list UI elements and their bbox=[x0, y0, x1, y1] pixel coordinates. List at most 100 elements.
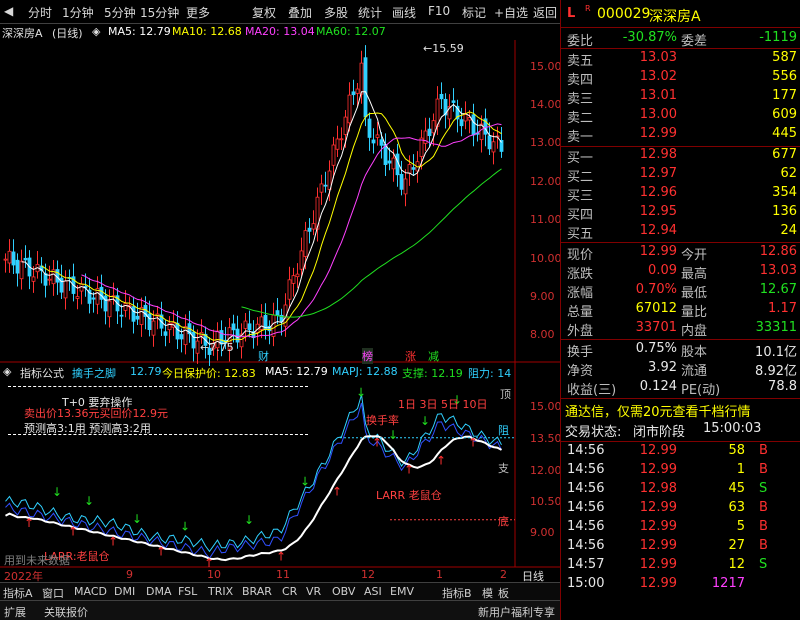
candle bbox=[91, 292, 96, 313]
tick-price: 12.99 bbox=[639, 462, 677, 477]
tick-time: 14:57 bbox=[567, 557, 605, 572]
days-text: 1日 3日 5日 10日 bbox=[398, 398, 488, 411]
new-user-welfare-link[interactable]: 新用户福利专享 bbox=[478, 604, 555, 620]
quote-row: 卖四 13.02 556 bbox=[561, 69, 800, 88]
tick-time: 14:56 bbox=[567, 481, 605, 496]
candle bbox=[399, 160, 404, 196]
tab-indicator-b[interactable]: 指标B bbox=[442, 585, 472, 601]
tab-macd[interactable]: MACD bbox=[74, 585, 107, 598]
tab-trix[interactable]: TRIX bbox=[208, 585, 233, 598]
candle bbox=[11, 239, 16, 274]
tick-side: S bbox=[759, 557, 768, 572]
tab-window[interactable]: 窗口 bbox=[42, 585, 64, 601]
tab-1min[interactable]: 1分钟 bbox=[62, 4, 94, 21]
quote-row: 卖五 13.03 587 bbox=[561, 50, 800, 69]
tick-side: B bbox=[759, 500, 768, 515]
candle bbox=[15, 253, 20, 287]
multi-stock-button[interactable]: 多股 bbox=[324, 4, 348, 21]
bid-price: 12.95 bbox=[639, 204, 677, 219]
event-marker-finance[interactable]: 财 bbox=[258, 348, 269, 364]
xaxis-label: 10 bbox=[207, 568, 221, 581]
tab-ban[interactable]: 板 bbox=[498, 585, 509, 601]
bid-volume: 677 bbox=[772, 147, 797, 162]
tab-emv[interactable]: EMV bbox=[390, 585, 414, 598]
tab-obv[interactable]: OBV bbox=[332, 585, 355, 598]
high-marker: ←15.59 bbox=[423, 42, 464, 55]
quote-row: 外盘 33701 内盘 33311 bbox=[561, 320, 800, 339]
expand-button[interactable]: 扩展 bbox=[4, 604, 26, 620]
stat-label: 今开 bbox=[681, 248, 708, 263]
tab-cr[interactable]: CR bbox=[282, 585, 297, 598]
tick-volume: 45 bbox=[728, 481, 745, 496]
candle bbox=[407, 155, 412, 186]
stat-label: 内盘 bbox=[681, 324, 708, 339]
add-watchlist-button[interactable]: +自选 bbox=[494, 4, 528, 21]
draw-line-button[interactable]: 画线 bbox=[392, 4, 416, 21]
bid-label: 买二 bbox=[567, 170, 594, 185]
turnover-text: 换手率 bbox=[366, 414, 399, 427]
dashed-line bbox=[8, 434, 308, 435]
ad-banner[interactable]: 通达信，仅需20元查看千档行情 bbox=[561, 401, 800, 420]
tick-time: 14:56 bbox=[567, 443, 605, 458]
ask-label: 卖三 bbox=[567, 92, 594, 107]
related-quote-button[interactable]: 关联报价 bbox=[44, 604, 88, 620]
stat-value: 33311 bbox=[755, 320, 797, 335]
candle bbox=[87, 277, 92, 314]
tab-15min[interactable]: 15分钟 bbox=[140, 4, 179, 21]
candle bbox=[183, 314, 188, 355]
price-axis-tick: 15.00 bbox=[530, 60, 562, 73]
event-marker-list[interactable]: 榜 bbox=[362, 348, 373, 364]
back-button[interactable]: 返回 bbox=[533, 4, 557, 21]
event-marker-reduce[interactable]: 减 bbox=[428, 348, 439, 364]
quote-row: 买三 12.96 354 bbox=[561, 185, 800, 204]
ad-text[interactable]: 通达信，仅需20元查看千档行情 bbox=[565, 401, 751, 420]
tab-more[interactable]: 更多 bbox=[186, 4, 210, 21]
stat-label: 最低 bbox=[681, 286, 708, 301]
status-value: 闭市阶段 bbox=[633, 425, 686, 440]
tick-side: B bbox=[759, 519, 768, 534]
candle bbox=[23, 245, 28, 268]
buy-arrow-icon: ↑ bbox=[68, 525, 78, 539]
quote-row: 买四 12.95 136 bbox=[561, 204, 800, 223]
stats-button[interactable]: 统计 bbox=[358, 4, 382, 21]
indicator-settings-icon[interactable]: ◈ bbox=[3, 365, 11, 378]
tab-fsl[interactable]: FSL bbox=[178, 585, 197, 598]
mark-button[interactable]: 标记 bbox=[462, 4, 486, 21]
fuquan-button[interactable]: 复权 bbox=[252, 4, 276, 21]
tab-dma[interactable]: DMA bbox=[146, 585, 172, 598]
tab-asi[interactable]: ASI bbox=[364, 585, 382, 598]
tab-vr[interactable]: VR bbox=[306, 585, 321, 598]
f10-button[interactable]: F10 bbox=[428, 4, 450, 18]
tab-mo[interactable]: 模 bbox=[482, 585, 493, 601]
quote-row: 14:56 12.99 58 B bbox=[561, 443, 800, 462]
sell-arrow-icon: ↓ bbox=[356, 386, 366, 400]
tab-indicator-a[interactable]: 指标A bbox=[3, 585, 33, 601]
tab-brar[interactable]: BRAR bbox=[242, 585, 272, 598]
tab-fenshi[interactable]: 分时 bbox=[28, 4, 52, 21]
chevron-left-icon[interactable]: ◀ bbox=[4, 4, 13, 18]
candle bbox=[239, 323, 244, 359]
stat-label: 现价 bbox=[567, 248, 594, 263]
quote-title: L R 000029 深深房A bbox=[561, 4, 800, 26]
candle bbox=[263, 303, 268, 340]
candle bbox=[231, 314, 236, 343]
buy-arrow-icon: ↑ bbox=[332, 484, 342, 498]
overlay-button[interactable]: 叠加 bbox=[288, 4, 312, 21]
event-marker-rise[interactable]: 涨 bbox=[405, 348, 416, 364]
price-chart[interactable]: ↑↓↑↓↑↓↑↓↑↓↑↓↑↓↑↓↑↓↑↓↑ bbox=[0, 40, 560, 582]
dashed-line bbox=[8, 386, 308, 387]
weibi-label: 委比 bbox=[567, 34, 594, 49]
candle bbox=[471, 103, 476, 147]
tab-5min[interactable]: 5分钟 bbox=[104, 4, 136, 21]
sell-arrow-icon: ↓ bbox=[244, 513, 254, 527]
stock-title: 深深房A bbox=[2, 27, 43, 40]
quote-row: 14:56 12.99 5 B bbox=[561, 519, 800, 538]
weibi-row: 委比 -30.87% 委差 -1119 bbox=[561, 30, 800, 49]
stat-label: 流通 bbox=[681, 364, 708, 379]
ma-settings-icon[interactable]: ◈ bbox=[92, 25, 100, 38]
indicator-support: 支撑: 12.19 bbox=[402, 367, 463, 380]
tab-dmi[interactable]: DMI bbox=[114, 585, 135, 598]
indicator-formula[interactable]: 擒手之脚 bbox=[72, 365, 116, 381]
ask-volume: 587 bbox=[772, 50, 797, 65]
bid-label: 买四 bbox=[567, 208, 594, 223]
